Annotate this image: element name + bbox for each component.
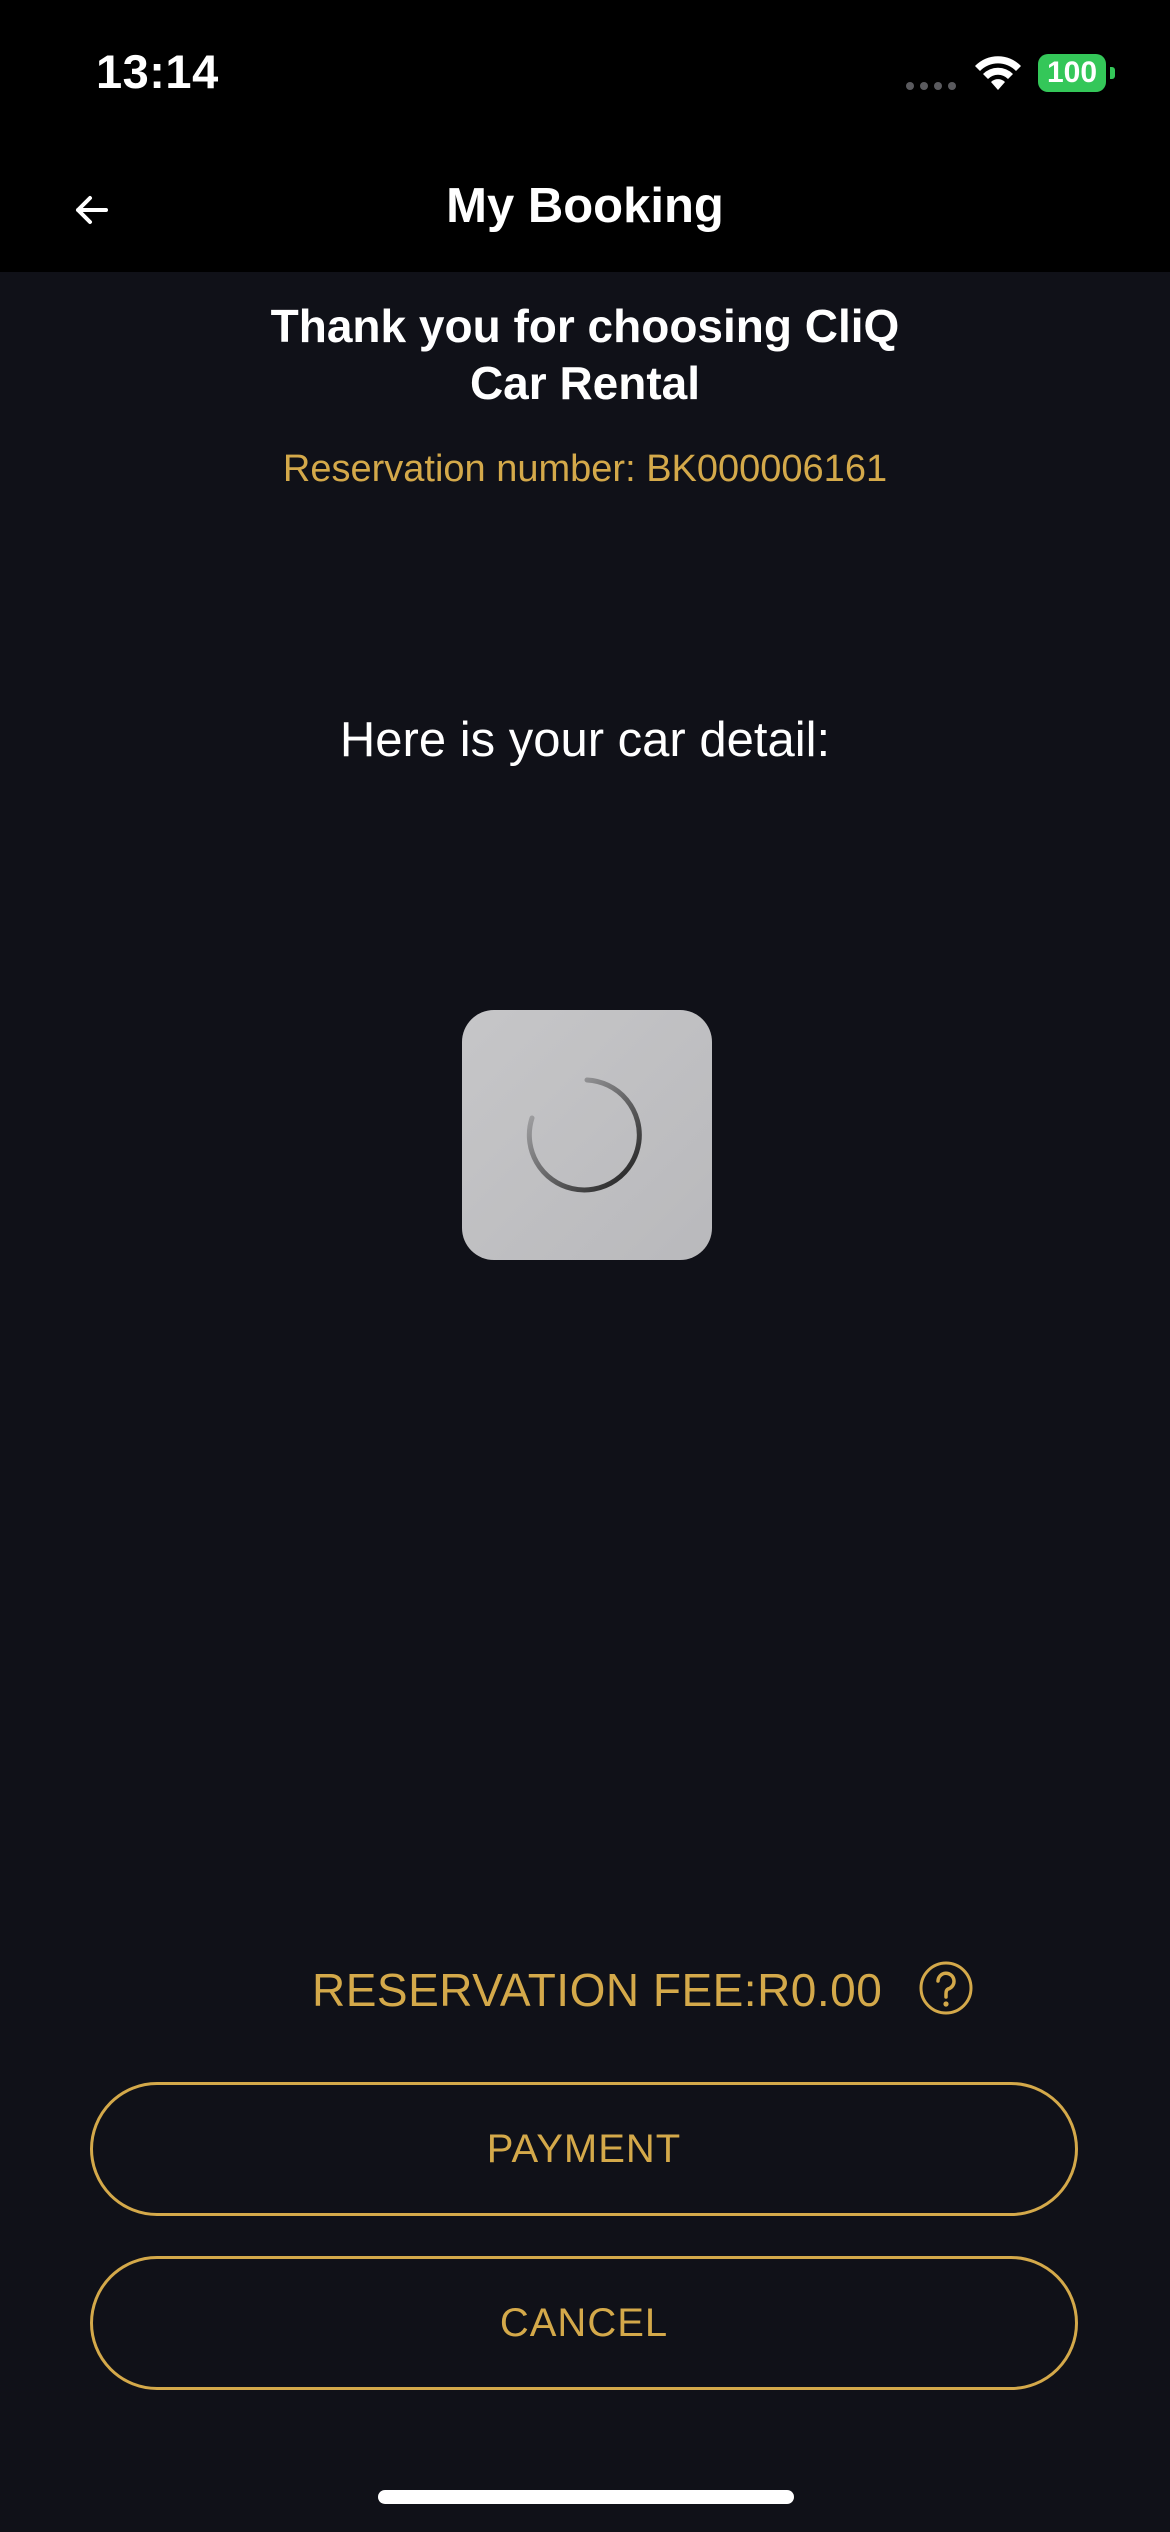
payment-button[interactable]: PAYMENT [90,2082,1078,2216]
battery-level: 100 [1038,54,1106,92]
status-time: 13:14 [96,45,219,98]
thank-you-message: Thank you for choosing CliQ Car Rental [185,298,985,412]
cancel-button[interactable]: CANCEL [90,2256,1078,2390]
cellular-signal-icon [906,82,956,90]
thank-you-line-1: Thank you for choosing CliQ [270,300,900,352]
page-title: My Booking [446,179,724,233]
battery-cap [1110,67,1115,79]
thank-you-line-2: Car Rental [469,357,701,409]
loading-indicator [462,1010,712,1260]
reservation-number: Reservation number: BK000006161 [282,448,888,490]
battery-indicator: 100 [1038,54,1115,92]
wifi-icon [975,56,1021,90]
car-detail-heading: Here is your car detail: [339,713,831,767]
reservation-fee: RESERVATION FEE:R0.00 [312,1964,883,2016]
question-circle-icon[interactable] [918,1960,974,2016]
home-indicator[interactable] [378,2490,794,2504]
top-bar: 13:14 100 My Booking [0,0,1170,272]
reservation-fee-row: RESERVATION FEE:R0.00 [0,1955,1170,2023]
loading-spinner-icon [526,1077,642,1193]
booking-screen: 13:14 100 My Booking Thank you for choos… [0,0,1170,2532]
